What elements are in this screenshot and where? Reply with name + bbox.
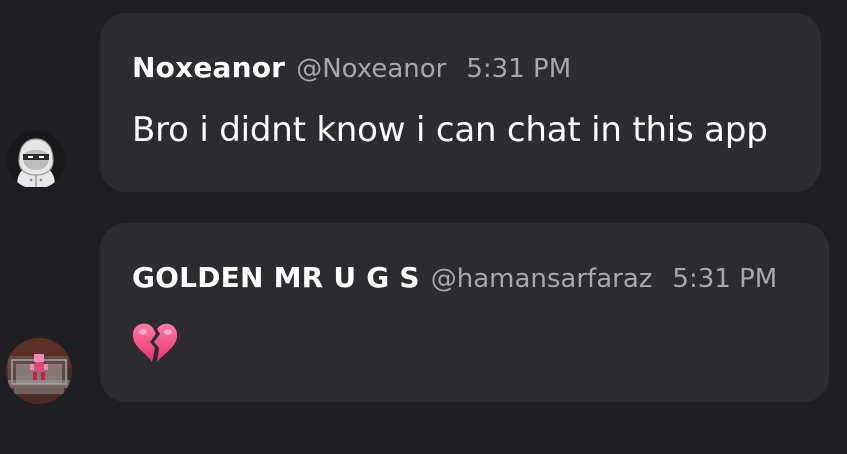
message-text: Bro i didnt know i can chat in this app (132, 110, 768, 150)
pixel-character-avatar-icon (6, 338, 72, 404)
message-item: Noxeanor @Noxeanor 5:31 PM Bro i didnt k… (0, 0, 847, 200)
message-bubble[interactable]: GOLDEN MR U G S @hamansarfaraz 5:31 PM (100, 223, 829, 402)
author-name[interactable]: Noxeanor (132, 51, 285, 84)
avatar[interactable] (6, 338, 72, 404)
timestamp: 5:31 PM (672, 264, 778, 294)
author-handle[interactable]: @hamansarfaraz (431, 264, 653, 294)
message-item: GOLDEN MR U G S @hamansarfaraz 5:31 PM (0, 210, 847, 410)
broken-heart-icon (132, 323, 178, 362)
timestamp: 5:31 PM (466, 54, 572, 84)
hooded-ninja-avatar-icon (7, 131, 65, 189)
message-feed: Noxeanor @Noxeanor 5:31 PM Bro i didnt k… (0, 0, 847, 454)
message-bubble[interactable]: Noxeanor @Noxeanor 5:31 PM Bro i didnt k… (100, 13, 821, 192)
author-name[interactable]: GOLDEN MR U G S (132, 261, 420, 294)
author-handle[interactable]: @Noxeanor (296, 54, 446, 84)
avatar[interactable] (7, 131, 65, 189)
message-header: Noxeanor @Noxeanor 5:31 PM (132, 51, 571, 84)
message-header: GOLDEN MR U G S @hamansarfaraz 5:31 PM (132, 261, 777, 294)
